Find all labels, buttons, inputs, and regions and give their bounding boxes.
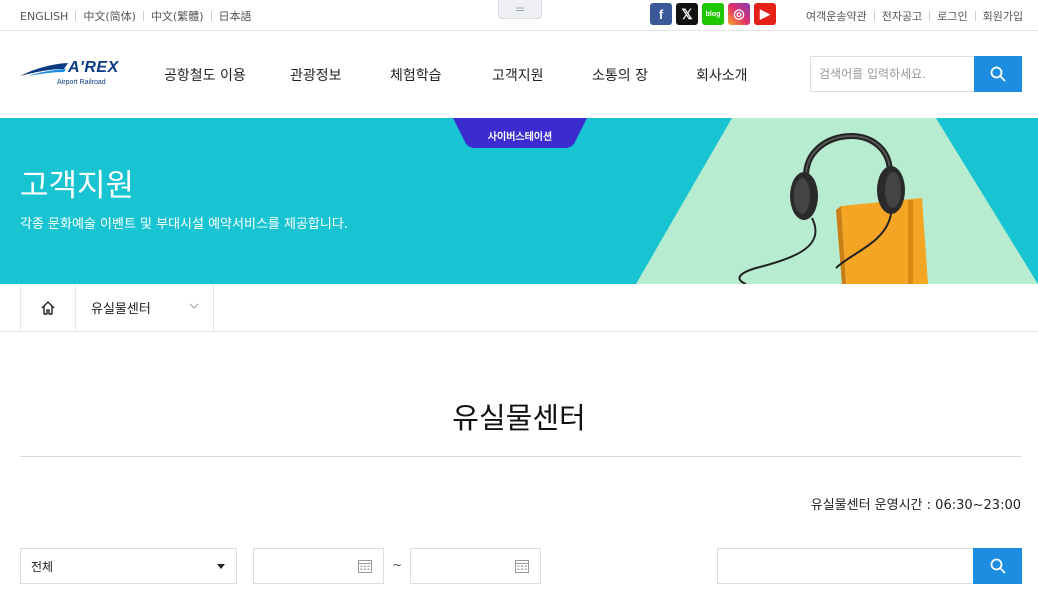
lang-english[interactable]: ENGLISH [20, 10, 68, 23]
header-search [810, 56, 1022, 92]
search-icon [990, 558, 1005, 574]
keyword-search-input[interactable] [717, 548, 974, 584]
nav-item-communication[interactable]: 소통의 장 [592, 65, 696, 85]
divider [929, 11, 931, 21]
arex-logo[interactable]: A'REX Airport Railroad [20, 59, 120, 95]
date-range-separator: ~ [392, 558, 403, 572]
terms-link[interactable]: 여객운송약관 [806, 8, 867, 24]
lang-chinese-simplified[interactable]: 中文(简体) [83, 8, 136, 24]
lang-chinese-traditional[interactable]: 中文(繁體) [151, 8, 204, 24]
breadcrumb-current-dropdown[interactable]: 유실물센터 [76, 284, 214, 331]
login-link[interactable]: 로그인 [937, 8, 967, 24]
utility-links: 여객운송약관 전자공고 로그인 회원가입 [806, 8, 1023, 24]
home-icon [41, 300, 55, 315]
main-navigation: 공항철도 이용 관광정보 체험학습 고객지원 소통의 장 회사소개 [164, 65, 766, 85]
chevron-down-icon [189, 303, 199, 309]
header: A'REX Airport Railroad 공항철도 이용 관광정보 체험학습… [0, 32, 1038, 118]
menu-icon: = [514, 2, 526, 16]
search-icon [990, 66, 1006, 82]
category-select[interactable]: 전체 [20, 548, 237, 584]
divider [142, 11, 144, 21]
banner-illustration [636, 118, 1038, 284]
title-divider [20, 456, 1021, 457]
calendar-icon[interactable] [514, 558, 530, 574]
nav-item-customer-support[interactable]: 고객지원 [492, 65, 592, 85]
nav-item-company[interactable]: 회사소개 [696, 65, 766, 85]
search-input[interactable] [810, 56, 974, 92]
cyber-station-label: 사이버스테이션 [487, 132, 553, 143]
banner-title: 고객지원 [20, 168, 135, 204]
instagram-icon[interactable]: ◎ [728, 3, 750, 25]
nav-item-tourism[interactable]: 관광정보 [290, 65, 390, 85]
cyber-station-tab[interactable]: 사이버스테이션 [453, 118, 587, 148]
end-date-field[interactable] [410, 548, 541, 584]
blog-icon[interactable]: blog [702, 3, 724, 25]
divider [974, 11, 976, 21]
logo-swoosh-icon [20, 63, 68, 76]
start-date-field[interactable] [253, 548, 384, 584]
youtube-icon[interactable]: ▶ [754, 3, 776, 25]
search-button[interactable] [974, 56, 1022, 92]
top-utility-bar: ENGLISH 中文(简体) 中文(繁體) 日本語 = f 𝕏 blog ◎ ▶… [0, 0, 1038, 31]
lang-japanese[interactable]: 日本語 [219, 8, 252, 24]
keyword-search-button[interactable] [973, 548, 1022, 584]
page-title: 유실물센터 [452, 401, 586, 435]
calendar-icon[interactable] [357, 558, 373, 574]
social-links: f 𝕏 blog ◎ ▶ [650, 3, 776, 25]
facebook-icon[interactable]: f [650, 3, 672, 25]
logo-subtext: Airport Railroad [57, 79, 106, 86]
signup-link[interactable]: 회원가입 [983, 8, 1023, 24]
menu-toggle-button[interactable]: = [498, 0, 542, 19]
nav-item-experience[interactable]: 체험학습 [390, 65, 492, 85]
dropdown-arrow-icon [217, 564, 225, 569]
operating-hours: 유실물센터 운영시간 : 06:30~23:00 [810, 498, 1021, 513]
nav-item-airport-railroad[interactable]: 공항철도 이용 [164, 65, 290, 85]
divider [210, 11, 212, 21]
x-twitter-icon[interactable]: 𝕏 [676, 3, 698, 25]
notebook-icon [836, 198, 928, 284]
banner-subtitle: 각종 문화예술 이벤트 및 부대시설 예약서비스를 제공합니다. [20, 217, 348, 232]
category-selected-value: 전체 [31, 559, 54, 574]
logo-brand-text: A'REX [68, 59, 119, 76]
divider [75, 11, 77, 21]
breadcrumb: 유실물센터 [0, 284, 1038, 332]
breadcrumb-home[interactable] [20, 284, 76, 331]
public-notice-link[interactable]: 전자공고 [882, 8, 922, 24]
divider [873, 11, 875, 21]
breadcrumb-current-label: 유실물센터 [91, 302, 151, 317]
language-links: ENGLISH 中文(简体) 中文(繁體) 日本語 [20, 8, 252, 24]
